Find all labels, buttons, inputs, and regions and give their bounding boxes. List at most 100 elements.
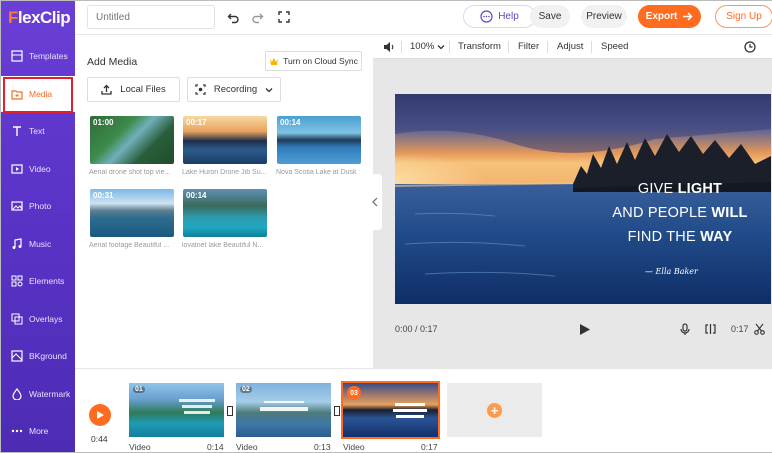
- sidebar-item-watermark[interactable]: Watermark: [1, 376, 75, 412]
- toolbar-divider: [508, 41, 509, 53]
- top-bar: Help Save Preview Export Sign Up: [75, 1, 772, 35]
- chat-help-icon: [480, 10, 493, 23]
- quote-line: AND PEOPLE WILL: [612, 205, 748, 221]
- media-caption: Aerial footage Beautiful ...: [89, 242, 170, 249]
- music-icon: [12, 238, 22, 249]
- media-thumbnail[interactable]: 01:00: [90, 116, 174, 164]
- media-thumbnail[interactable]: 00:17: [183, 116, 267, 164]
- toolbar-divider: [401, 41, 402, 53]
- split-icon[interactable]: [705, 323, 716, 338]
- media-thumbnail[interactable]: 00:14: [277, 116, 361, 164]
- scissors-icon[interactable]: [754, 323, 765, 338]
- watermark-icon: [12, 388, 22, 400]
- clip-duration: 0:13: [314, 442, 331, 452]
- help-button[interactable]: Help: [463, 5, 536, 28]
- media-caption: Lake Huron Drone Jib Su...: [182, 169, 267, 176]
- media-icon: [11, 90, 23, 100]
- toolbar-divider: [591, 41, 592, 53]
- elements-icon: [11, 275, 23, 287]
- video-canvas[interactable]: GIVE LIGHT AND PEOPLE WILL FIND THE WAY …: [395, 94, 771, 304]
- clip-text-overlay: [260, 401, 308, 411]
- sidebar-item-bkground[interactable]: BKground: [1, 338, 75, 374]
- microphone-icon[interactable]: [680, 323, 690, 339]
- overlays-icon: [11, 313, 23, 325]
- speed-button[interactable]: Speed: [601, 41, 628, 52]
- toolbar-divider: [547, 41, 548, 53]
- sidebar-item-text[interactable]: Text: [1, 113, 75, 149]
- media-panel: Add Media Turn on Cloud Sync Local Files…: [75, 35, 372, 368]
- media-thumbnail[interactable]: 00:14: [183, 189, 267, 237]
- chevron-left-icon: [372, 197, 378, 207]
- sidebar-item-more[interactable]: More: [1, 413, 75, 449]
- transition-handle[interactable]: [334, 406, 340, 416]
- clip-duration: 0:17: [731, 324, 749, 334]
- add-clip-button[interactable]: +: [447, 383, 542, 437]
- sidebar-item-templates[interactable]: Templates: [1, 38, 75, 74]
- sidebar-item-video[interactable]: Video: [1, 151, 75, 187]
- toolbar-divider: [449, 41, 450, 53]
- arrow-right-icon: [683, 12, 693, 21]
- timeline-play-button[interactable]: [89, 404, 111, 426]
- flexclip-logo[interactable]: FlexClip: [8, 8, 71, 28]
- timeline-clip[interactable]: 01: [129, 383, 224, 437]
- media-thumbnail[interactable]: 00:31: [90, 189, 174, 237]
- text-icon: [13, 126, 21, 136]
- clip-duration: 0:14: [207, 442, 224, 452]
- quote-line: GIVE LIGHT: [637, 181, 723, 197]
- plus-icon: +: [487, 402, 502, 418]
- save-button[interactable]: Save: [530, 5, 570, 28]
- play-icon: [96, 411, 104, 419]
- undo-icon[interactable]: [225, 9, 241, 25]
- sidebar-item-music[interactable]: Music: [1, 226, 75, 262]
- zoom-dropdown[interactable]: 100%: [410, 41, 445, 52]
- video-icon: [11, 164, 23, 174]
- redo-icon[interactable]: [249, 9, 265, 25]
- sidebar: FlexClip Templates Media Text Video Phot…: [1, 1, 75, 452]
- chevron-down-icon: [265, 87, 273, 92]
- collapse-panel-handle[interactable]: [368, 174, 382, 230]
- clip-text-overlay: [179, 399, 215, 414]
- upload-icon: [101, 84, 112, 95]
- recording-dropdown[interactable]: Recording: [187, 77, 281, 102]
- play-icon[interactable]: [579, 323, 591, 339]
- preview-button[interactable]: Preview: [581, 5, 627, 28]
- fullscreen-icon[interactable]: [276, 9, 292, 25]
- clip-text-overlay: [393, 403, 427, 418]
- playback-time: 0:00 / 0:17: [395, 324, 438, 334]
- local-files-button[interactable]: Local Files: [87, 77, 180, 102]
- more-icon: [11, 429, 23, 433]
- background-icon: [11, 350, 23, 362]
- chevron-down-icon: [437, 44, 445, 49]
- transform-button[interactable]: Transform: [458, 41, 501, 52]
- clock-icon[interactable]: [744, 41, 756, 53]
- crown-icon: [270, 57, 279, 65]
- timeline-clip[interactable]: 02: [236, 383, 331, 437]
- signup-button[interactable]: Sign Up: [715, 5, 772, 28]
- edit-toolbar: 100% Transform Filter Adjust Speed: [373, 35, 772, 59]
- export-button[interactable]: Export: [638, 5, 701, 28]
- clip-label: Video: [236, 442, 258, 452]
- add-media-title: Add Media: [87, 56, 138, 68]
- record-icon: [195, 84, 206, 95]
- sidebar-item-photo[interactable]: Photo: [1, 188, 75, 224]
- volume-icon[interactable]: [383, 41, 395, 53]
- clip-label: Video: [343, 442, 365, 452]
- clip-duration: 0:17: [421, 442, 438, 452]
- transition-handle[interactable]: [227, 406, 233, 416]
- quote-text[interactable]: GIVE LIGHT AND PEOPLE WILL FIND THE WAY: [595, 177, 765, 249]
- timeline: 0:44 01 Video 0:14 02 Video 0:13 03 Vide…: [75, 368, 772, 452]
- sidebar-item-elements[interactable]: Elements: [1, 263, 75, 299]
- filter-button[interactable]: Filter: [518, 41, 539, 52]
- adjust-button[interactable]: Adjust: [557, 41, 583, 52]
- templates-icon: [11, 50, 23, 62]
- preview-area: 100% Transform Filter Adjust Speed GIVE …: [373, 35, 772, 368]
- project-title-input[interactable]: [87, 5, 215, 29]
- sidebar-item-media[interactable]: Media: [1, 76, 75, 113]
- photo-icon: [11, 201, 23, 211]
- media-caption: Nova Scotia Lake at Dusk: [276, 169, 357, 176]
- total-time: 0:44: [91, 434, 108, 444]
- cloud-sync-button[interactable]: Turn on Cloud Sync: [265, 51, 362, 71]
- quote-signature: — Ella Baker: [645, 267, 698, 276]
- timeline-clip-selected[interactable]: 03: [341, 381, 440, 439]
- sidebar-item-overlays[interactable]: Overlays: [1, 301, 75, 337]
